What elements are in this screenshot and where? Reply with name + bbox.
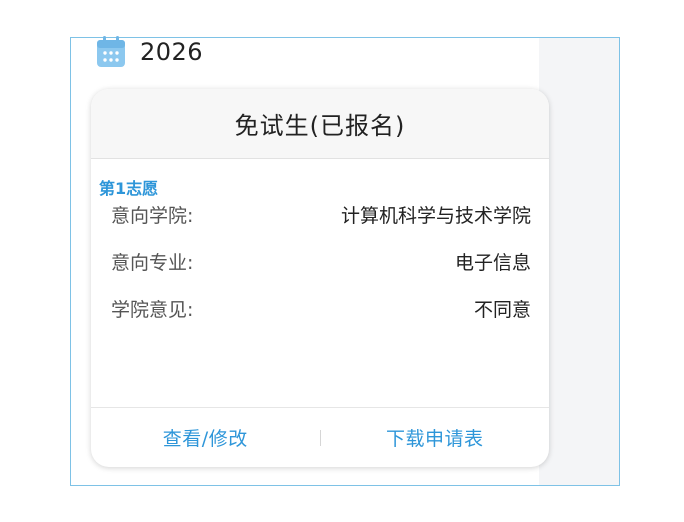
choice-label: 第1志愿: [99, 179, 159, 198]
card-header: 免试生(已报名): [91, 89, 549, 159]
view-edit-button[interactable]: 查看/修改: [91, 424, 320, 451]
field-value-opinion: 不同意: [473, 298, 531, 321]
year-row: 2026: [96, 34, 203, 70]
background-panel: [537, 38, 619, 485]
card-body: 第1志愿: [91, 159, 549, 406]
field-row-opinion: 学院意见: 不同意: [111, 295, 531, 321]
field-label-opinion: 学院意见:: [111, 298, 194, 321]
field-label-major: 意向专业:: [111, 251, 194, 274]
field-value-major: 电子信息: [454, 251, 531, 274]
download-form-button[interactable]: 下载申请表: [321, 424, 550, 451]
card-title: 免试生(已报名): [234, 112, 406, 140]
field-row-college: 意向学院: 计算机科学与技术学院: [111, 201, 531, 227]
year-text: 2026: [140, 38, 204, 66]
calendar-icon: [96, 36, 126, 68]
field-value-college: 计算机科学与技术学院: [340, 204, 531, 227]
field-row-major: 意向专业: 电子信息: [111, 248, 531, 274]
card-footer: 查看/修改 下载申请表: [91, 407, 549, 467]
field-label-college: 意向学院:: [111, 204, 194, 227]
